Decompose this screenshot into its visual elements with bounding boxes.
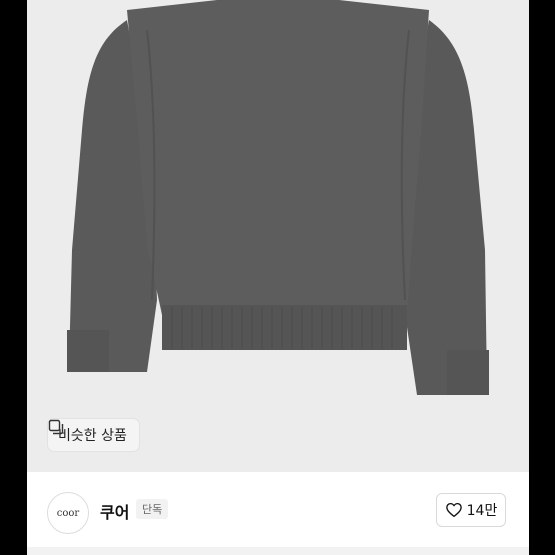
exclusive-badge: 단독 [136, 499, 169, 519]
sweater-image [67, 0, 489, 395]
heart-outline-icon [445, 502, 462, 518]
brand-row: coor 쿠어 단독 14만 [27, 472, 529, 547]
similar-products-label: 비슷한 상품 [58, 428, 127, 444]
brand-name[interactable]: 쿠어 [100, 499, 129, 523]
similar-items-icon [48, 419, 64, 435]
brand-logo[interactable]: coor [47, 492, 89, 534]
product-screen: 비슷한 상품 coor 쿠어 단독 14만 [27, 0, 529, 555]
similar-products-button[interactable]: 비슷한 상품 [48, 419, 139, 451]
brand-logo-text: coor [56, 507, 80, 519]
like-button[interactable]: 14만 [436, 493, 506, 527]
product-photo[interactable]: 비슷한 상품 [27, 0, 529, 472]
section-divider [27, 547, 529, 555]
like-count: 14만 [466, 503, 498, 519]
